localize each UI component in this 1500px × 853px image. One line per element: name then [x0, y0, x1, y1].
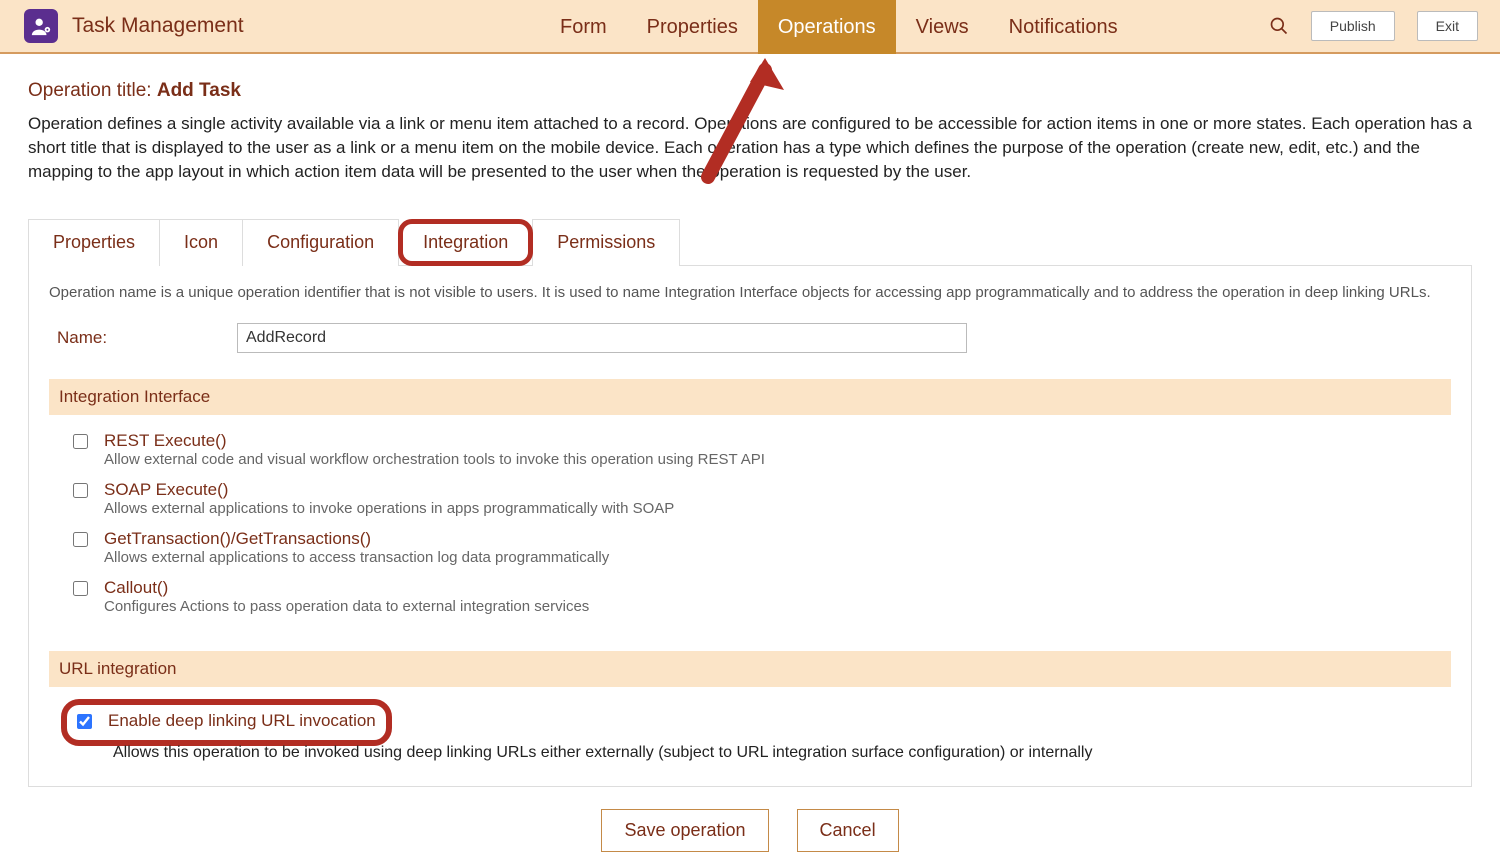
- subtab-integration[interactable]: Integration: [398, 219, 533, 266]
- tab-form[interactable]: Form: [540, 0, 627, 54]
- get-transaction-title: GetTransaction()/GetTransactions(): [104, 529, 609, 549]
- checkbox-soap-execute-input[interactable]: [73, 483, 88, 498]
- subtab-permissions[interactable]: Permissions: [532, 219, 680, 266]
- checkbox-get-transaction: GetTransaction()/GetTransactions() Allow…: [49, 525, 1451, 574]
- subtab-row: Properties Icon Configuration Integratio…: [28, 219, 1472, 266]
- tab-views[interactable]: Views: [896, 0, 989, 54]
- panel-intro-text: Operation name is a unique operation ide…: [49, 284, 1451, 301]
- name-field-row: Name:: [49, 323, 1451, 353]
- search-icon[interactable]: [1269, 16, 1289, 36]
- tab-notifications[interactable]: Notifications: [989, 0, 1138, 54]
- url-integration-header: URL integration: [49, 651, 1451, 687]
- app-title: Task Management: [72, 14, 244, 38]
- publish-button[interactable]: Publish: [1311, 11, 1395, 41]
- cancel-button[interactable]: Cancel: [797, 809, 899, 852]
- callout-title: Callout(): [104, 578, 589, 598]
- topbar-right: Publish Exit: [1269, 11, 1500, 41]
- rest-execute-sub: Allow external code and visual workflow …: [104, 451, 765, 468]
- content-area: Operation title: Add Task Operation defi…: [0, 54, 1500, 852]
- main-tabs: Form Properties Operations Views Notific…: [540, 0, 1138, 54]
- annotation-deeplink-highlight: Enable deep linking URL invocation: [61, 699, 392, 746]
- footer-actions: Save operation Cancel: [28, 787, 1472, 852]
- subtab-configuration[interactable]: Configuration: [242, 219, 399, 266]
- checkbox-deeplink-input[interactable]: [77, 714, 92, 729]
- checkbox-callout: Callout() Configures Actions to pass ope…: [49, 574, 1451, 623]
- checkbox-soap-execute: SOAP Execute() Allows external applicati…: [49, 476, 1451, 525]
- operation-description: Operation defines a single activity avai…: [28, 112, 1472, 183]
- checkbox-rest-execute: REST Execute() Allow external code and v…: [49, 427, 1451, 476]
- name-input[interactable]: [237, 323, 967, 353]
- deeplink-sub: Allows this operation to be invoked usin…: [113, 744, 1451, 762]
- integration-interface-header: Integration Interface: [49, 379, 1451, 415]
- operation-title-line: Operation title: Add Task: [28, 80, 1472, 102]
- checkbox-callout-input[interactable]: [73, 581, 88, 596]
- operation-title-value: Add Task: [157, 80, 241, 101]
- callout-sub: Configures Actions to pass operation dat…: [104, 598, 589, 615]
- topbar: Task Management Form Properties Operatio…: [0, 0, 1500, 54]
- soap-execute-sub: Allows external applications to invoke o…: [104, 500, 674, 517]
- soap-execute-title: SOAP Execute(): [104, 480, 674, 500]
- deeplink-title: Enable deep linking URL invocation: [108, 711, 376, 730]
- tab-properties[interactable]: Properties: [627, 0, 758, 54]
- rest-execute-title: REST Execute(): [104, 431, 765, 451]
- subtab-properties[interactable]: Properties: [28, 219, 160, 266]
- subtab-icon[interactable]: Icon: [159, 219, 243, 266]
- name-label: Name:: [57, 328, 237, 348]
- integration-panel: Operation name is a unique operation ide…: [28, 266, 1472, 787]
- save-operation-button[interactable]: Save operation: [601, 809, 768, 852]
- operation-title-prefix: Operation title:: [28, 80, 157, 101]
- checkbox-get-transaction-input[interactable]: [73, 532, 88, 547]
- get-transaction-sub: Allows external applications to access t…: [104, 549, 609, 566]
- tab-operations[interactable]: Operations: [758, 0, 896, 54]
- checkbox-rest-execute-input[interactable]: [73, 434, 88, 449]
- app-logo-icon: [24, 9, 58, 43]
- exit-button[interactable]: Exit: [1417, 11, 1478, 41]
